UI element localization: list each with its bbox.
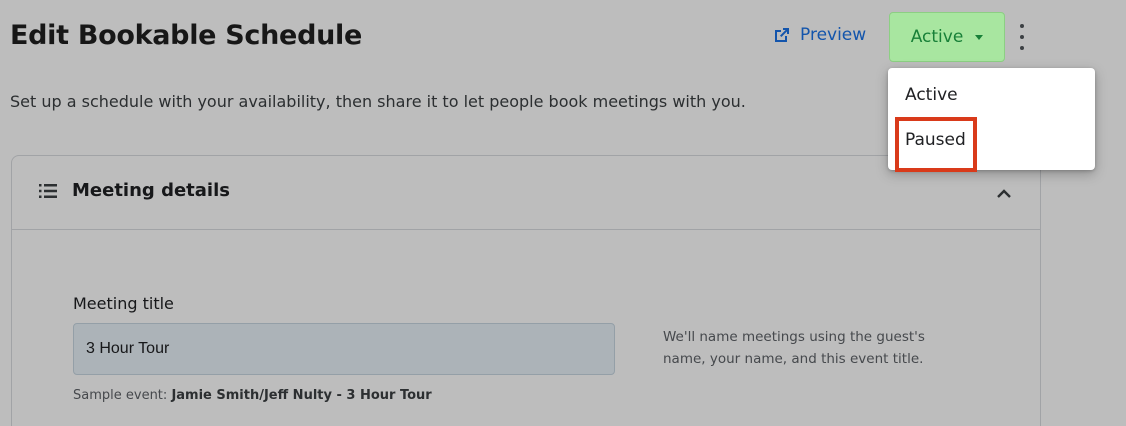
status-menu: Active Paused (888, 68, 1095, 170)
status-label: Active (910, 27, 964, 47)
status-option-paused[interactable]: Paused (888, 119, 1095, 161)
modal-backdrop[interactable] (0, 0, 1126, 426)
status-option-active[interactable]: Active (888, 74, 1095, 116)
caret-down-icon (975, 34, 984, 40)
more-vert-icon[interactable] (1014, 24, 1030, 50)
page: Edit Bookable Schedule Preview Active Se… (0, 0, 1126, 426)
status-dropdown-button[interactable]: Active (889, 12, 1005, 62)
